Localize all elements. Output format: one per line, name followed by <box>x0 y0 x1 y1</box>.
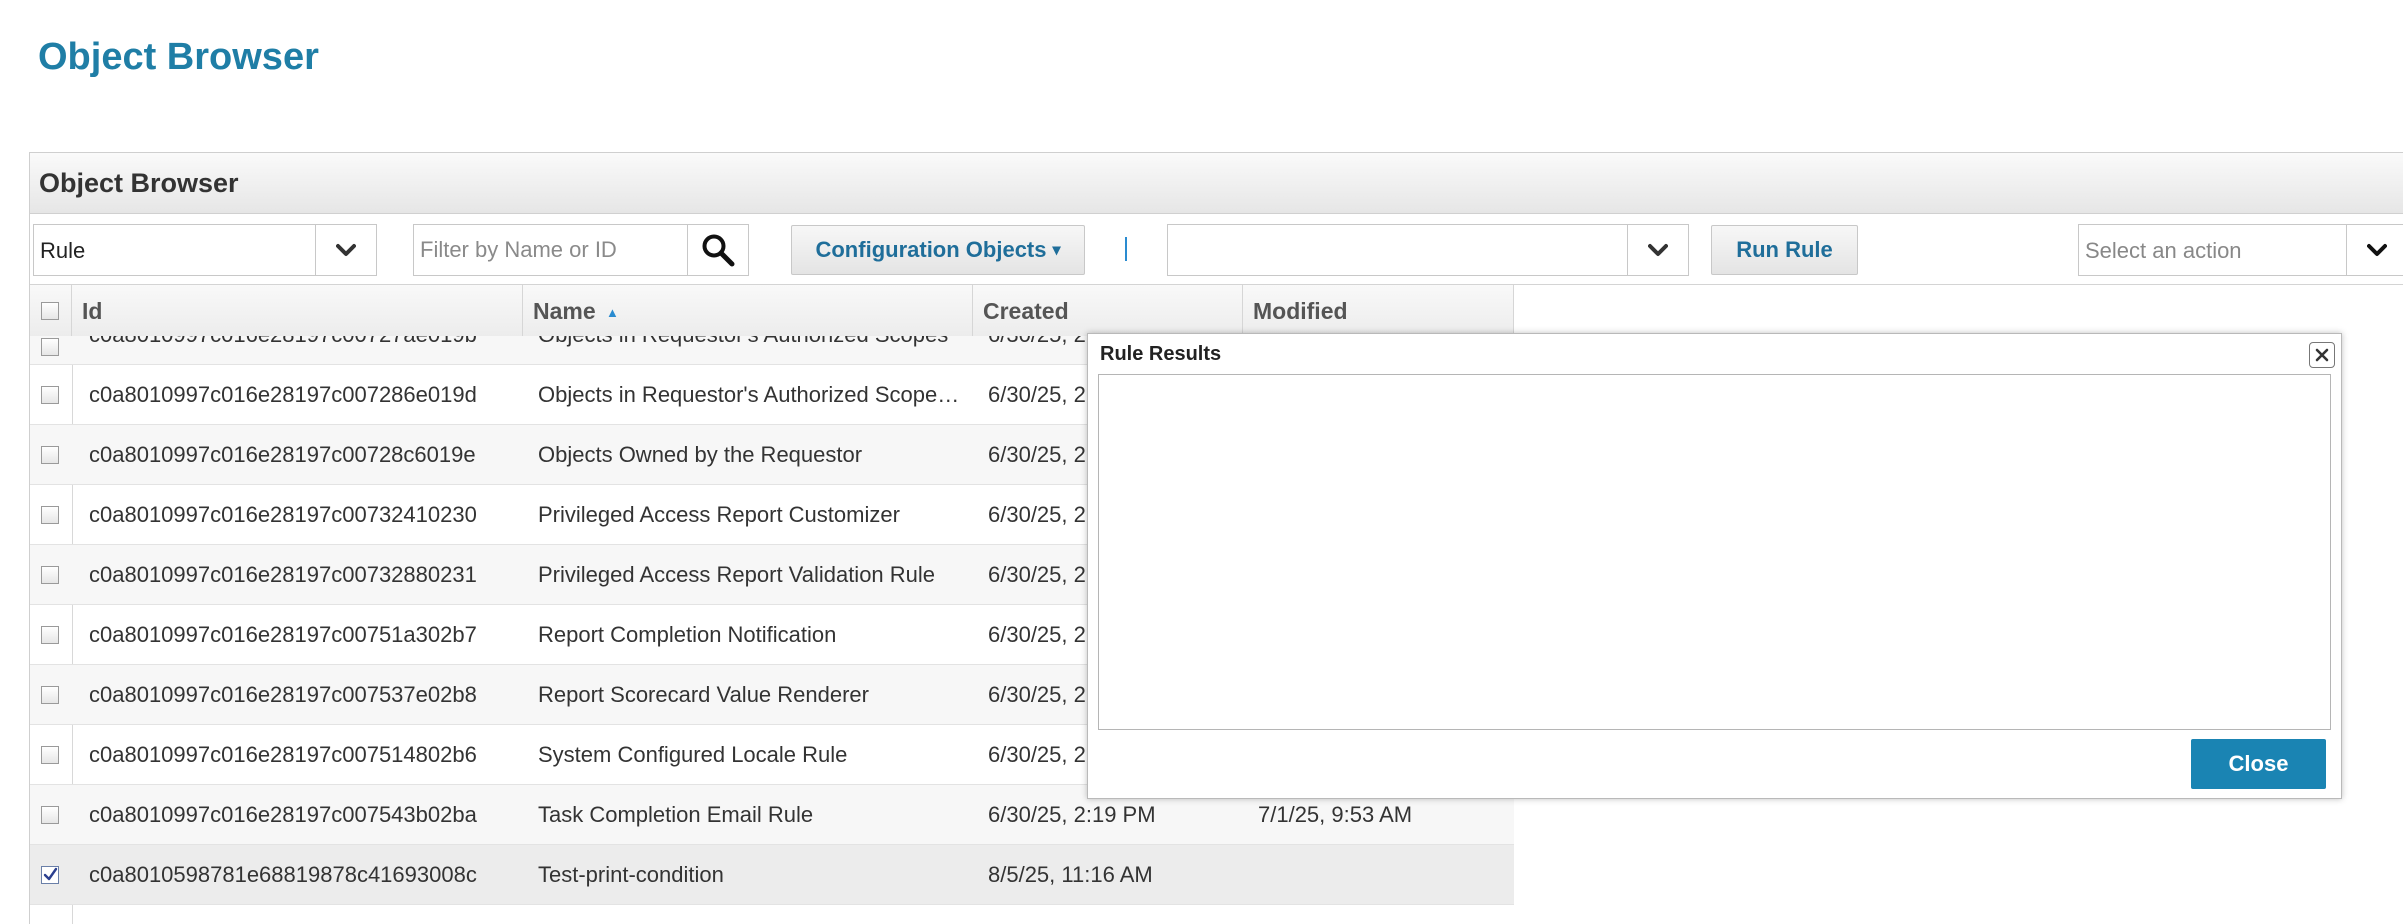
row-id: c0a8010598781e68819878c41693008c <box>89 862 477 887</box>
rule-select[interactable] <box>1167 224 1689 276</box>
configuration-objects-label: Configuration Objects <box>815 237 1047 262</box>
sort-ascending-icon: ▲ <box>606 305 619 320</box>
column-header-id[interactable]: Id <box>72 285 523 337</box>
row-checkbox[interactable] <box>41 386 59 404</box>
row-id: c0a8010997c016e28197c007286e019d <box>89 382 477 407</box>
column-created-label: Created <box>983 298 1069 324</box>
row-checkbox[interactable] <box>41 506 59 524</box>
panel-header: Object Browser <box>30 153 2403 214</box>
row-name[interactable]: Privileged Access Report Customizer <box>538 485 968 544</box>
close-button-label: Close <box>2228 751 2289 776</box>
toolbar-separator <box>1125 237 1127 261</box>
action-select[interactable]: Select an action <box>2078 224 2403 276</box>
row-id: c0a8010997c016e28197c007537e02b8 <box>89 682 477 707</box>
column-name-label: Name <box>533 298 596 324</box>
row-name[interactable]: Privileged Access Report Validation Rule <box>538 545 968 604</box>
row-id: c0a8010997c016e28197c00727ae019b <box>89 336 519 364</box>
chevron-down-icon[interactable] <box>2346 225 2403 275</box>
row-checkbox[interactable] <box>41 806 59 824</box>
panel-title: Object Browser <box>39 168 239 198</box>
close-icon[interactable] <box>2309 342 2335 368</box>
row-name[interactable]: Objects Owned by the Requestor <box>538 425 968 484</box>
row-name[interactable]: Report Completion Notification <box>538 605 968 664</box>
column-id-label: Id <box>82 298 103 324</box>
caret-down-icon: ▾ <box>1052 242 1061 259</box>
row-id: c0a8010997c016e28197c00732880231 <box>89 562 477 587</box>
header-select-all <box>30 285 72 337</box>
column-header-created[interactable]: Created <box>973 285 1243 337</box>
row-id: c0a8010997c016e28197c00751a302b7 <box>89 622 477 647</box>
column-header-name[interactable]: Name ▲ <box>523 285 973 337</box>
row-checkbox[interactable] <box>41 338 59 356</box>
row-checkbox[interactable] <box>41 566 59 584</box>
row-checkbox[interactable] <box>41 866 59 884</box>
row-checkbox[interactable] <box>41 686 59 704</box>
toolbar: Rule Configuration Objects ▾ <box>30 214 2403 285</box>
page-title: Object Browser <box>38 36 319 78</box>
checkmark-icon <box>43 867 58 881</box>
row-name[interactable]: Test-print-condition <box>538 845 968 904</box>
search-icon[interactable] <box>687 225 748 275</box>
chevron-down-icon[interactable] <box>315 225 376 275</box>
rule-results-dialog: Rule Results Close <box>1087 333 2342 799</box>
row-name[interactable]: Objects in Requestor's Authorized Scope… <box>538 365 968 424</box>
run-rule-button[interactable]: Run Rule <box>1711 225 1858 275</box>
action-select-placeholder: Select an action <box>2085 238 2242 263</box>
chevron-down-icon[interactable] <box>1627 225 1688 275</box>
row-id: c0a8010997c016e28197c007543b02ba <box>89 802 477 827</box>
filter-search-box <box>413 224 749 276</box>
select-all-checkbox[interactable] <box>41 302 59 320</box>
rule-results-area[interactable] <box>1098 374 2331 730</box>
row-id: c0a8010997c016e28197c00728c6019e <box>89 442 476 467</box>
row-created: 8/5/25, 11:16 AM <box>988 862 1153 887</box>
row-checkbox[interactable] <box>41 746 59 764</box>
close-button[interactable]: Close <box>2191 739 2326 789</box>
run-rule-label: Run Rule <box>1736 237 1833 262</box>
filter-input[interactable] <box>414 225 689 275</box>
row-id: c0a8010997c016e28197c007514802b6 <box>89 742 477 767</box>
row-name[interactable]: System Configured Locale Rule <box>538 725 968 784</box>
row-name[interactable]: Report Scorecard Value Renderer <box>538 665 968 724</box>
object-type-value: Rule <box>40 238 86 263</box>
table-header: Id Name ▲ Created Modified <box>30 285 1514 338</box>
column-modified-label: Modified <box>1253 298 1348 324</box>
dialog-title: Rule Results <box>1100 343 1222 365</box>
column-header-modified[interactable]: Modified <box>1243 285 1514 337</box>
object-type-select[interactable]: Rule <box>33 224 377 276</box>
configuration-objects-button[interactable]: Configuration Objects ▾ <box>791 225 1085 275</box>
row-name[interactable]: Objects in Requestor's Authorized Scopes <box>538 336 968 364</box>
table-row[interactable]: c0a8010598781e68819878c41693008c Test-pr… <box>30 845 1514 905</box>
row-checkbox[interactable] <box>41 626 59 644</box>
row-name[interactable]: Task Completion Email Rule <box>538 785 968 844</box>
row-checkbox[interactable] <box>41 446 59 464</box>
row-id: c0a8010997c016e28197c00732410230 <box>89 502 477 527</box>
